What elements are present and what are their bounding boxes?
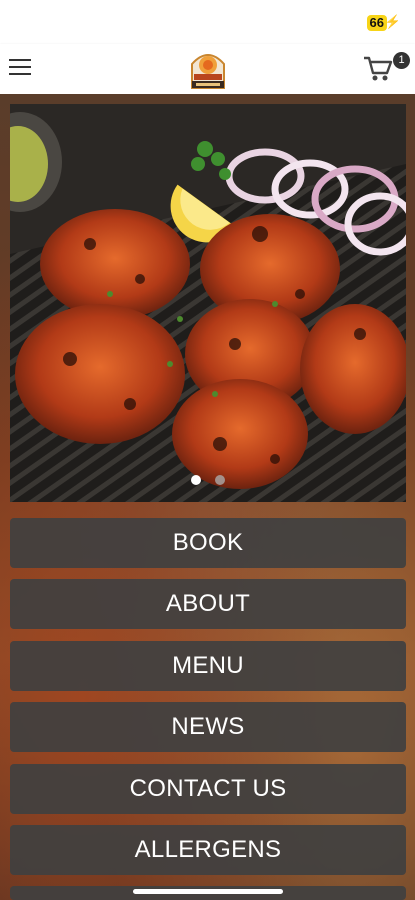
carousel-dots [10,472,406,490]
book-button[interactable]: BOOK [10,518,406,568]
hamburger-icon[interactable] [9,59,31,77]
carousel-dot-1[interactable] [190,475,201,485]
cart-count-badge: 1 [393,52,410,69]
menu-button[interactable]: MENU [10,641,406,691]
news-button[interactable]: NEWS [10,702,406,752]
about-button[interactable]: ABOUT [10,579,406,629]
top-nav-bar [0,44,415,94]
status-bar: 66 ⚡ [0,0,415,44]
contact-us-button[interactable]: CONTACT US [10,764,406,814]
image-carousel[interactable] [10,104,406,502]
cart-icon[interactable] [363,55,393,83]
restaurant-logo[interactable] [188,48,228,90]
carousel-dot-2[interactable] [215,475,226,485]
home-indicator [133,889,283,894]
allergens-button[interactable]: ALLERGENS [10,825,406,875]
charging-icon: ⚡ [384,14,401,29]
grilled-chicken-tikka-photo [10,104,406,502]
